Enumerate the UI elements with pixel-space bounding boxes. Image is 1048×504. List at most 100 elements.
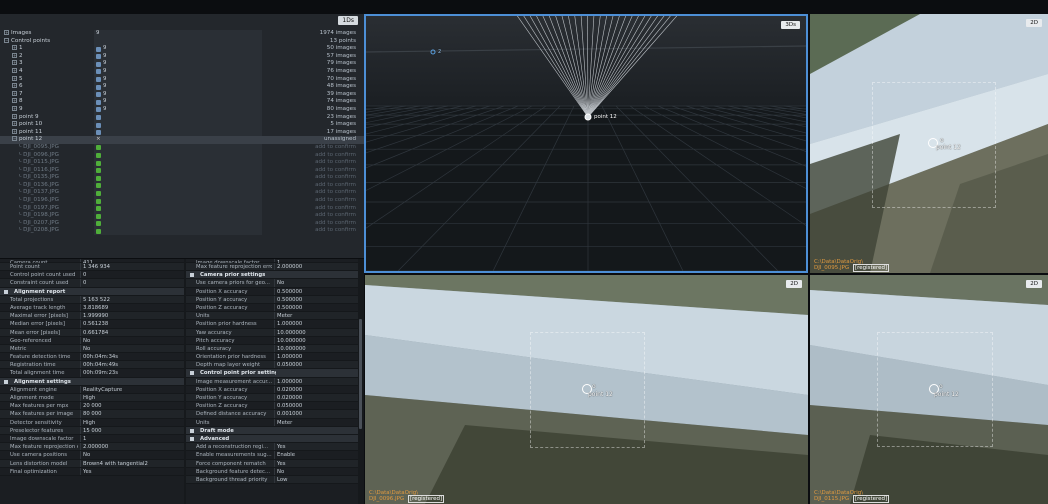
expand-icon[interactable]: + — [12, 113, 17, 119]
tree-row[interactable]: └ DJI_0115.JPG add to confirm — [0, 159, 364, 167]
property-section-header[interactable]: Control point prior settings — [186, 369, 358, 378]
tree-row[interactable]: +3 9 79 images — [0, 60, 364, 68]
checkbox-icon[interactable] — [96, 190, 101, 196]
property-row[interactable]: Mean error [pixels] 0.661784 — [0, 328, 184, 337]
expand-icon[interactable]: + — [12, 83, 17, 89]
property-row[interactable]: Control point count used 0 — [0, 271, 184, 280]
tree-row[interactable]: └ DJI_0136.JPG add to confirm — [0, 181, 364, 190]
checkbox-icon[interactable] — [96, 198, 101, 204]
checkbox-icon[interactable] — [96, 115, 101, 121]
tree-row[interactable]: └ DJI_0135.JPG add to confirm — [0, 174, 364, 182]
checkbox-icon[interactable] — [96, 175, 101, 181]
property-row[interactable]: Use camera priors for geo... No — [186, 279, 358, 288]
tree-row[interactable]: └ DJI_0116.JPG add to confirm — [0, 166, 364, 175]
property-section-header[interactable]: Advanced — [186, 434, 358, 444]
tree-row[interactable]: └ DJI_0095.JPG add to confirm — [0, 143, 364, 152]
property-row[interactable]: Feature detection time 00h:04m:34s — [0, 353, 184, 362]
property-row[interactable]: Roll accuracy 10.000000 — [186, 344, 358, 354]
property-row[interactable]: Point count 1 346 934 — [0, 263, 184, 272]
property-row[interactable]: Max features per image 80 000 — [0, 410, 184, 419]
checkbox-icon[interactable] — [96, 84, 101, 90]
property-row[interactable]: Median error [pixels] 0.561238 — [0, 320, 184, 329]
tree-row[interactable]: +1 9 50 images — [0, 45, 364, 53]
property-row[interactable]: Alignment engine RealityCapture — [0, 385, 184, 394]
checkbox-icon[interactable] — [96, 168, 101, 174]
checkbox-icon[interactable] — [96, 130, 101, 136]
property-row[interactable]: Position Z accuracy 0.500000 — [186, 303, 358, 313]
property-section-header[interactable]: Camera prior settings — [186, 271, 358, 280]
property-row[interactable]: Position Y accuracy 0.020000 — [186, 394, 358, 403]
property-row[interactable]: Alignment mode High — [0, 394, 184, 403]
tree-row[interactable]: − point 12 × unassigned — [0, 136, 364, 144]
checkbox-icon[interactable] — [96, 153, 101, 158]
property-section-header[interactable]: Draft mode — [186, 426, 358, 435]
expand-icon[interactable]: + — [12, 128, 17, 134]
expand-icon[interactable]: + — [12, 75, 17, 81]
tree-row[interactable]: └ DJI_0096.JPG add to confirm — [0, 151, 364, 160]
property-row[interactable]: Enable measurements sug... Enable — [186, 451, 358, 460]
tree-row[interactable]: +6 9 48 images — [0, 83, 364, 91]
expand-icon[interactable]: + — [12, 98, 17, 104]
property-row[interactable]: Add a reconstruction regi... Yes — [186, 443, 358, 452]
checkbox-icon[interactable] — [96, 145, 101, 151]
property-row[interactable]: Background thread priority Low — [186, 475, 358, 485]
checkbox-icon[interactable] — [96, 160, 101, 166]
expand-icon[interactable]: + — [12, 67, 17, 73]
expand-icon[interactable]: + — [12, 90, 17, 96]
properties-scrollbar[interactable] — [359, 319, 362, 429]
tree-row[interactable]: └ DJI_0208.JPG add to confirm — [0, 227, 364, 236]
property-row[interactable]: Average track length 3.818689 — [0, 303, 184, 313]
expand-icon[interactable]: − — [4, 37, 9, 43]
collapse-icon[interactable]: − — [12, 136, 17, 142]
tree-row[interactable]: └ DJI_0196.JPG add to confirm — [0, 197, 364, 205]
property-row[interactable]: Max features per mpx 20 000 — [0, 402, 184, 411]
tree-row[interactable]: +7 9 39 images — [0, 90, 364, 99]
property-row[interactable]: Geo-referenced No — [0, 336, 184, 345]
tree-row[interactable]: └ DJI_0137.JPG add to confirm — [0, 189, 364, 198]
tree-row[interactable]: + Images 9 1974 images — [0, 30, 364, 38]
property-row[interactable]: Use camera positions No — [0, 451, 184, 460]
panel-tag-1ds[interactable]: 1Ds — [338, 16, 358, 25]
3d-viewport[interactable]: 3Ds point 12 2 — [364, 14, 808, 273]
property-row[interactable]: Lens distortion model Brown4 with tangent… — [0, 459, 184, 468]
splitter-vertical[interactable] — [808, 14, 810, 504]
view-tag-2d[interactable]: 2D — [1026, 19, 1042, 27]
property-row[interactable]: Registration time 00h:04m:49s — [0, 361, 184, 370]
property-row[interactable]: Pitch accuracy 10.000000 — [186, 336, 358, 345]
checkbox-icon[interactable] — [96, 54, 101, 60]
property-row[interactable]: Background feature detec... No — [186, 467, 358, 476]
checkbox-icon[interactable] — [96, 69, 101, 75]
2d-viewport-bottom-middle[interactable]: 2D point 12 o C:\Data\DataOrig\ DJI_0096… — [365, 275, 808, 504]
tree-row[interactable]: + point 10 5 images — [0, 121, 364, 129]
tree-row[interactable]: − Control points 13 points — [0, 37, 364, 46]
tree-row[interactable]: └ DJI_0198.JPG add to confirm — [0, 212, 364, 220]
tree-row[interactable]: + point 11 17 images — [0, 128, 364, 137]
2d-viewport-bottom-right[interactable]: 2D point 12 o C:\Data\DataOrig\ DJI_0115… — [810, 275, 1048, 504]
2d-viewport-top-right[interactable]: 2D point 12 o C:\Data\DataOrig\ DJI_0095… — [810, 14, 1048, 273]
checkbox-icon[interactable] — [96, 221, 101, 227]
checkbox-icon[interactable] — [96, 92, 101, 98]
expand-icon[interactable]: + — [4, 30, 9, 35]
property-row[interactable]: Image measurement accur... 1.000000 — [186, 377, 358, 386]
property-row[interactable]: Constraint count used 0 — [0, 279, 184, 288]
checkbox-icon[interactable] — [96, 213, 101, 219]
property-row[interactable]: Total projections 5 163 522 — [0, 295, 184, 304]
checkbox-icon[interactable] — [96, 107, 101, 113]
property-row[interactable]: Units Meter — [186, 312, 358, 321]
property-row[interactable]: Image downscale factor 1 — [0, 434, 184, 444]
property-row[interactable]: Final optimization Yes — [0, 467, 184, 476]
property-row[interactable]: Position X accuracy 0.500000 — [186, 287, 358, 296]
property-row[interactable]: Max feature reprojection e... 2.000000 — [0, 443, 184, 452]
property-row[interactable]: Preselector features 15 000 — [0, 426, 184, 435]
expand-icon[interactable]: + — [12, 105, 17, 111]
property-row[interactable]: Maximal error [pixels] 1.999990 — [0, 312, 184, 321]
property-row[interactable]: Position X accuracy 0.020000 — [186, 385, 358, 394]
checkbox-icon[interactable] — [96, 77, 101, 83]
view-tag-2d[interactable]: 2D — [1026, 280, 1042, 288]
property-row[interactable]: Detector sensitivity High — [0, 418, 184, 427]
property-row[interactable]: Depth map layer weight 0.050000 — [186, 361, 358, 370]
splitter-horizontal[interactable] — [364, 273, 1048, 275]
expand-icon[interactable]: + — [12, 60, 17, 66]
checkbox-icon[interactable] — [96, 228, 101, 234]
expand-icon[interactable]: + — [12, 45, 17, 51]
